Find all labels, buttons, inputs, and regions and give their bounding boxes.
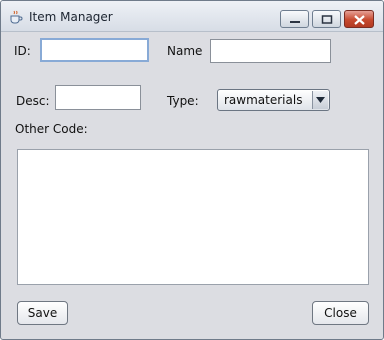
type-dropdown-button[interactable]: [312, 91, 328, 109]
title-bar[interactable]: Item Manager: [1, 1, 383, 32]
close-window-button[interactable]: [344, 10, 374, 28]
maximize-button[interactable]: [312, 10, 341, 28]
desc-label: Desc:: [16, 94, 50, 108]
name-label: Name: [167, 44, 203, 58]
desc-input[interactable]: [55, 85, 141, 110]
name-input[interactable]: [210, 39, 331, 63]
other-code-label: Other Code:: [15, 122, 88, 136]
type-selected-value: rawmaterials: [224, 93, 303, 107]
other-code-textarea[interactable]: [17, 149, 369, 285]
id-label: ID:: [14, 44, 31, 58]
save-button[interactable]: Save: [17, 301, 68, 325]
close-button[interactable]: Close: [312, 301, 369, 325]
minimize-button[interactable]: [280, 10, 309, 28]
java-cup-icon: [9, 9, 23, 24]
item-manager-window: Item Manager ID: Name Desc: Type: rawmat…: [0, 0, 384, 340]
window-title: Item Manager: [29, 10, 113, 24]
id-input[interactable]: [40, 38, 149, 62]
type-label: Type:: [167, 94, 199, 108]
type-select[interactable]: rawmaterials: [217, 89, 330, 111]
